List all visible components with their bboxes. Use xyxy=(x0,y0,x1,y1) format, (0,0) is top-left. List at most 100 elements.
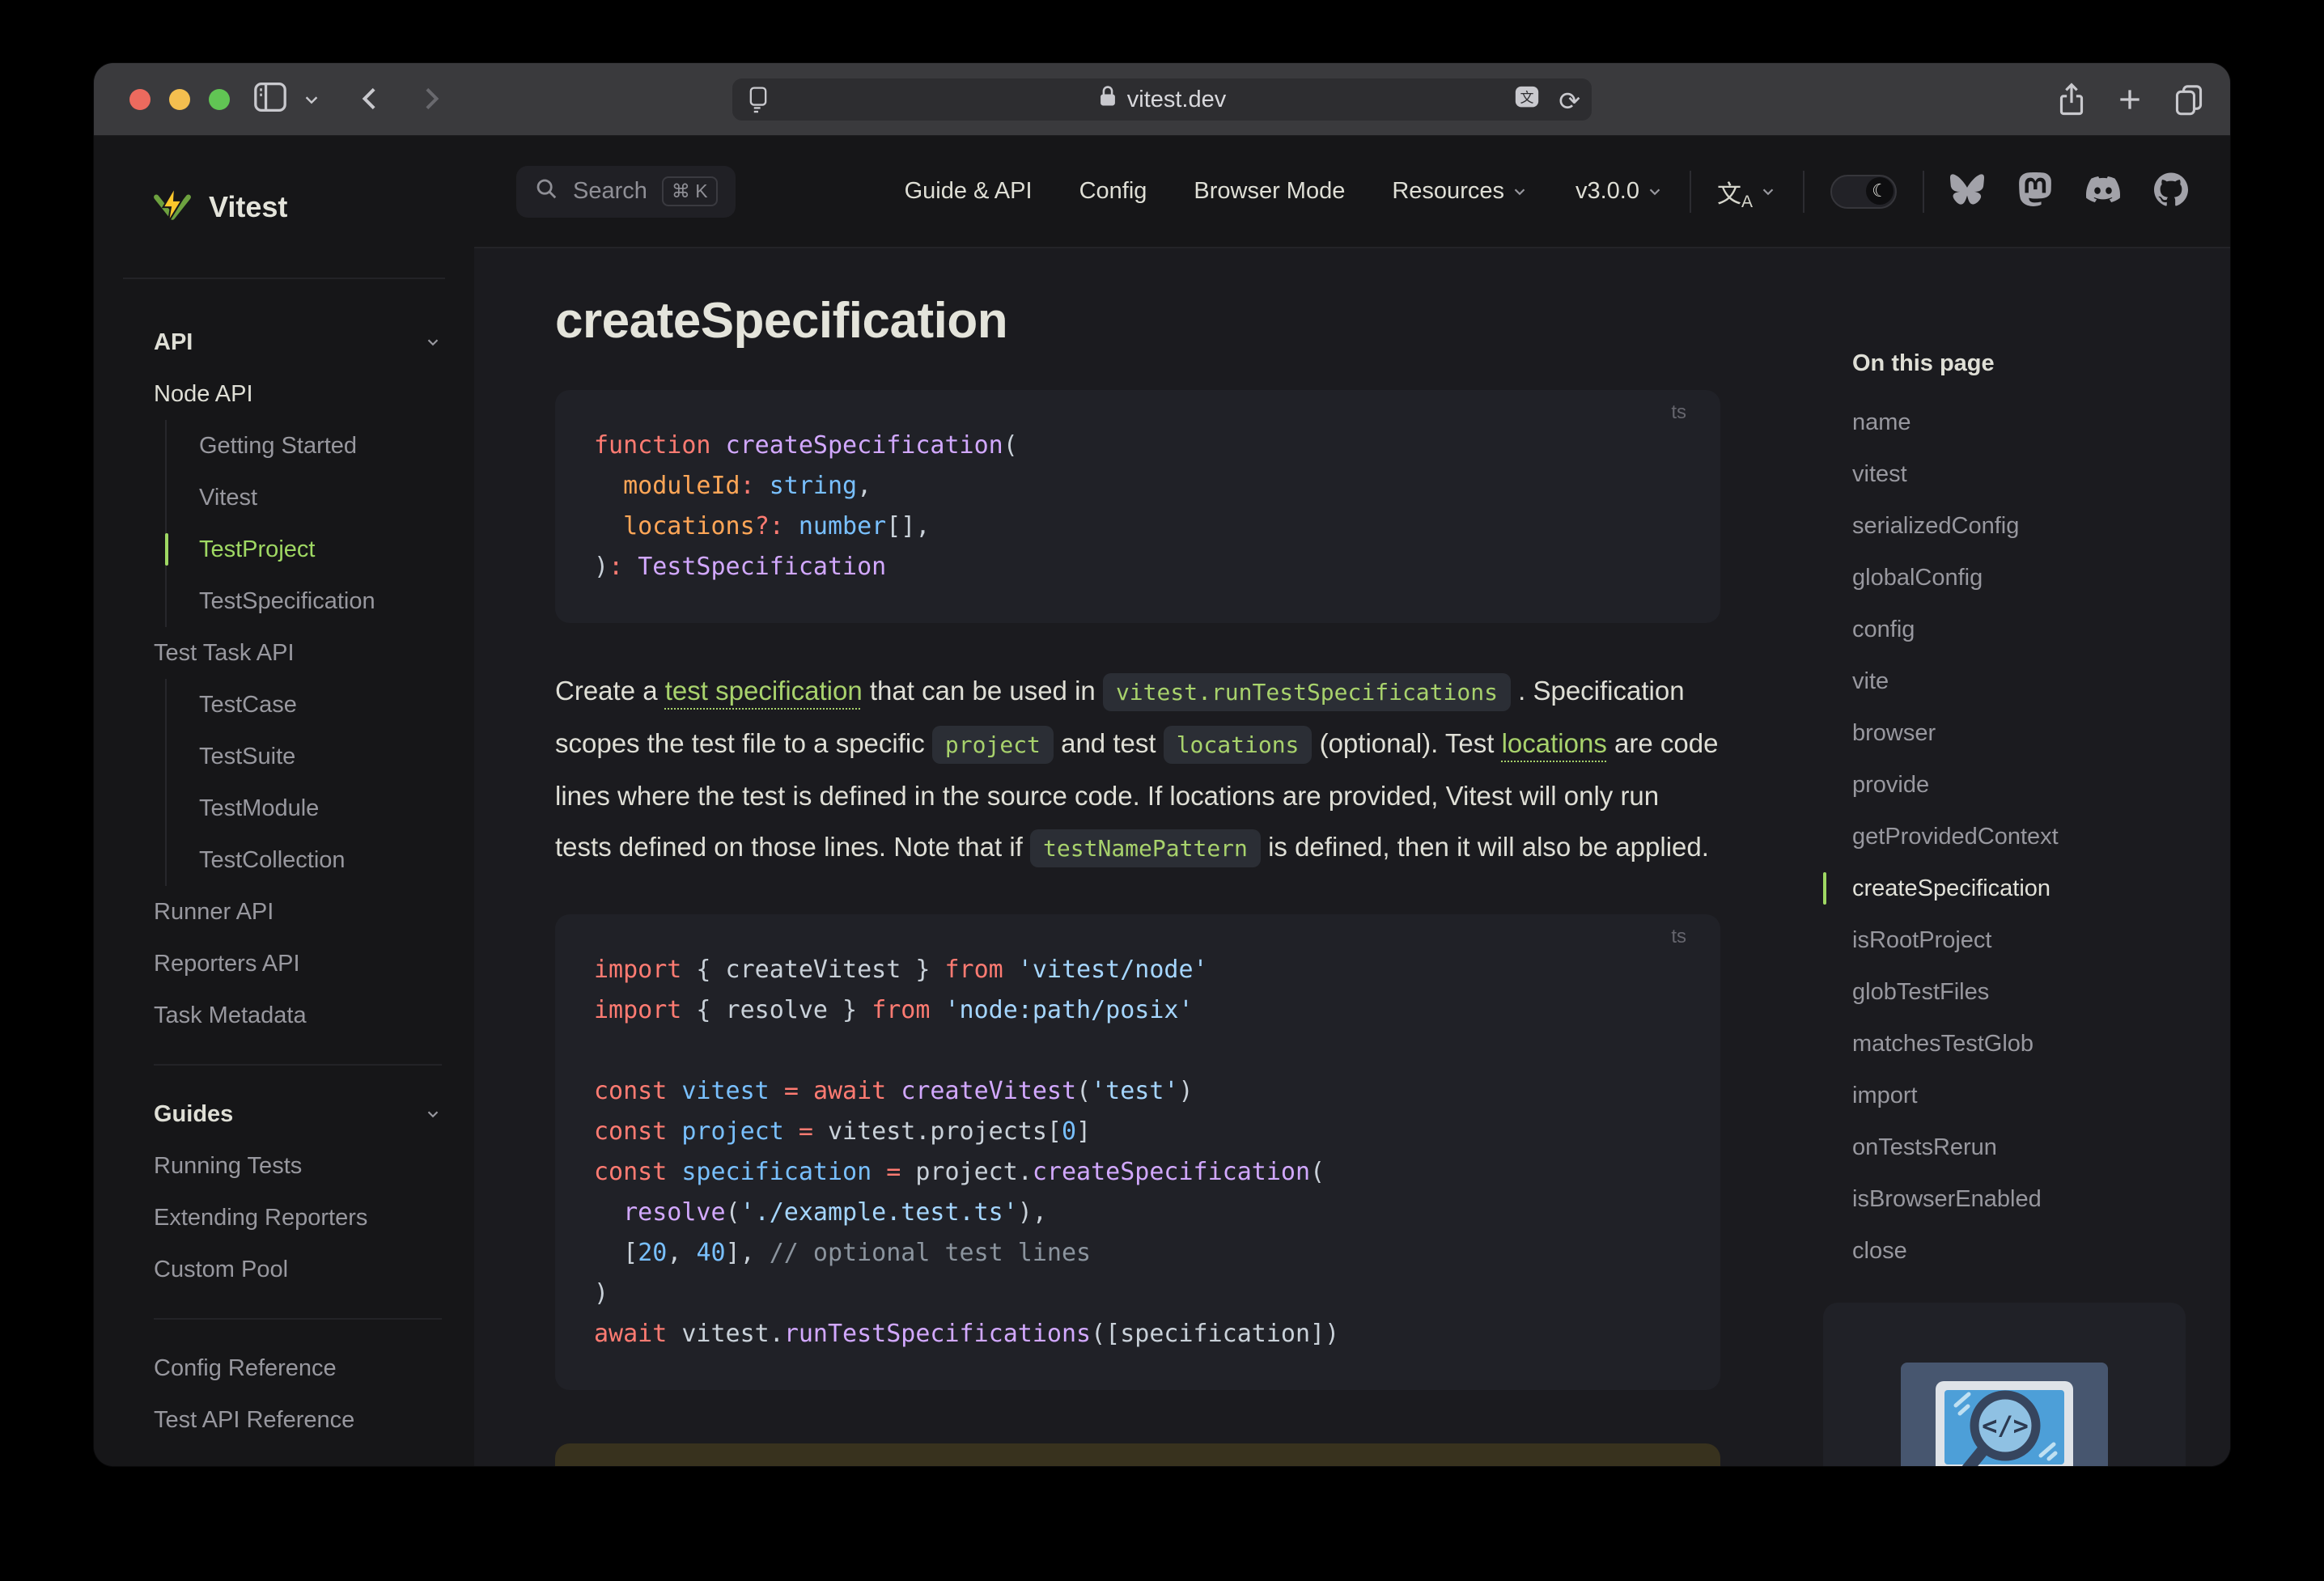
code-line: const specification = project.createSpec… xyxy=(594,1158,1325,1186)
logo-text: Vitest xyxy=(209,189,288,223)
zoom-window-button[interactable] xyxy=(209,89,230,110)
theme-toggle[interactable]: ☾ xyxy=(1830,174,1897,209)
browser-titlebar: vitest.dev 文 ⟳ xyxy=(94,63,2230,136)
link-locations[interactable]: locations xyxy=(1502,728,1607,758)
translate-icon[interactable]: 文 xyxy=(1513,84,1541,118)
logo[interactable]: Vitest xyxy=(94,136,474,278)
social-mastodon[interactable] xyxy=(2018,172,2052,210)
link-test-specification[interactable]: test specification xyxy=(665,676,863,706)
text: is defined, then it will also be applied… xyxy=(1260,832,1709,862)
sidebar-item-node-api[interactable]: Node API xyxy=(154,368,442,420)
social-bluesky[interactable] xyxy=(1950,172,1984,210)
toc-item-createspecification[interactable]: createSpecification xyxy=(1823,863,2228,914)
nav-link-config[interactable]: Config xyxy=(1079,178,1147,205)
toc-item-matchestestglob[interactable]: matchesTestGlob xyxy=(1823,1018,2228,1070)
code-line: resolve('./example.test.ts'), xyxy=(623,1198,1047,1227)
monitor-magnifier-icon: </> xyxy=(1936,1381,2073,1466)
address-bar[interactable]: vitest.dev 文 ⟳ xyxy=(732,78,1592,121)
forward-button[interactable] xyxy=(414,81,447,121)
new-tab-icon[interactable] xyxy=(2114,81,2146,122)
tabs-overview-icon[interactable] xyxy=(2172,81,2206,122)
toc-item-globalconfig[interactable]: globalConfig xyxy=(1823,552,2228,604)
close-window-button[interactable] xyxy=(129,89,151,110)
toc-item-label: name xyxy=(1852,409,1911,435)
toc-item-globtestfiles[interactable]: globTestFiles xyxy=(1823,966,2228,1018)
nav-divider xyxy=(1803,170,1804,213)
nav-links: Guide & API Config Browser Mode Resources xyxy=(905,178,1529,205)
toc-item-config[interactable]: config xyxy=(1823,604,2228,655)
sidebar-item-reporters-api[interactable]: Reporters API xyxy=(154,938,442,990)
sidebar-item-extending-reporters[interactable]: Extending Reporters xyxy=(154,1192,442,1244)
sidebar-divider xyxy=(154,1318,442,1320)
ad-card[interactable]: </> xyxy=(1823,1303,2186,1466)
code-line: import { resolve } from 'node:path/posix… xyxy=(594,996,1194,1024)
minimize-window-button[interactable] xyxy=(169,89,190,110)
sidebar-item-running-tests[interactable]: Running Tests xyxy=(154,1140,442,1192)
nav-link-browser-mode[interactable]: Browser Mode xyxy=(1194,178,1345,205)
sidebar-item-config-reference[interactable]: Config Reference xyxy=(154,1342,442,1394)
toc-item-vitest[interactable]: vitest xyxy=(1823,448,2228,500)
toc-item-label: isBrowserEnabled xyxy=(1852,1186,2042,1212)
sidebar-item-testmodule[interactable]: TestModule xyxy=(199,782,442,834)
toc-item-isbrowserenabled[interactable]: isBrowserEnabled xyxy=(1823,1173,2228,1225)
toc-item-import[interactable]: import xyxy=(1823,1070,2228,1121)
sidebar-section-api[interactable]: API xyxy=(154,316,442,368)
toc-item-close[interactable]: close xyxy=(1823,1225,2228,1277)
code-block-example[interactable]: ts import { createVitest } from 'vitest/… xyxy=(555,914,1720,1390)
sidebar-item-testspecification[interactable]: TestSpecification xyxy=(199,575,442,627)
sidebar-section-label: API xyxy=(154,328,193,355)
sidebar-item-test-api-reference[interactable]: Test API Reference xyxy=(154,1394,442,1446)
sidebar-item-task-metadata[interactable]: Task Metadata xyxy=(154,990,442,1041)
sidebar-item-testproject[interactable]: TestProject xyxy=(165,523,442,575)
page-settings-icon[interactable] xyxy=(745,86,771,120)
toc-item-label: browser xyxy=(1852,720,1936,746)
reload-icon[interactable]: ⟳ xyxy=(1559,87,1580,115)
sidebar-item-test-task-api[interactable]: Test Task API xyxy=(154,627,442,679)
nav-link-guide-api[interactable]: Guide & API xyxy=(905,178,1033,205)
chevron-down-icon xyxy=(1646,183,1664,201)
sidebar-item-testcollection[interactable]: TestCollection xyxy=(199,834,442,886)
toc-item-provide[interactable]: provide xyxy=(1823,759,2228,811)
toc-item-browser[interactable]: browser xyxy=(1823,707,2228,759)
vitest-logo-icon xyxy=(152,184,193,229)
text: and test xyxy=(1053,728,1164,758)
sidebar-item-custom-pool[interactable]: Custom Pool xyxy=(154,1244,442,1295)
inline-code-vitest-runtestspecifications[interactable]: vitest.runTestSpecifications xyxy=(1102,673,1511,711)
back-button[interactable] xyxy=(354,81,387,121)
social-discord[interactable] xyxy=(2085,172,2121,210)
social-github[interactable] xyxy=(2154,172,2188,210)
toc-item-label: import xyxy=(1852,1083,1918,1108)
url-text: vitest.dev xyxy=(1126,86,1227,112)
sidebar-item-getting-started[interactable]: Getting Started xyxy=(199,420,442,472)
share-icon[interactable] xyxy=(2055,81,2088,122)
github-icon xyxy=(2154,172,2188,210)
sidebar-item-testcase[interactable]: TestCase xyxy=(199,679,442,731)
sidebar-toggle-icon[interactable] xyxy=(252,81,288,117)
toc-item-ontestsrerun[interactable]: onTestsRerun xyxy=(1823,1121,2228,1173)
mastodon-icon xyxy=(2018,172,2052,210)
toc-item-name[interactable]: name xyxy=(1823,396,2228,448)
browser-window: vitest.dev 文 ⟳ Vitest API Node API Getti… xyxy=(94,63,2230,1466)
toc-item-vite[interactable]: vite xyxy=(1823,655,2228,707)
top-navbar: Search ⌘ K Guide & API Config Browser Mode… xyxy=(474,136,2230,248)
code-line: function createSpecification( xyxy=(594,431,1018,460)
sidebar-menu-chevron-icon[interactable] xyxy=(303,91,320,112)
toc-item-getprovidedcontext[interactable]: getProvidedContext xyxy=(1823,811,2228,863)
nav-link-resources[interactable]: Resources xyxy=(1392,178,1529,205)
sidebar-item-testsuite[interactable]: TestSuite xyxy=(199,731,442,782)
toc-item-label: matchesTestGlob xyxy=(1852,1031,2034,1057)
version-label: v3.0.0 xyxy=(1575,178,1639,204)
language-menu[interactable]: 文A xyxy=(1717,174,1777,211)
sidebar-item-runner-api[interactable]: Runner API xyxy=(154,886,442,938)
sidebar-item-vitest[interactable]: Vitest xyxy=(199,472,442,523)
code-lang-badge: ts xyxy=(1671,401,1686,423)
search-button[interactable]: Search ⌘ K xyxy=(516,165,736,218)
toc-item-isrootproject[interactable]: isRootProject xyxy=(1823,914,2228,966)
toc-item-serializedconfig[interactable]: serializedConfig xyxy=(1823,500,2228,552)
sidebar-section-guides[interactable]: Guides xyxy=(154,1088,442,1140)
main-content: createSpecification ts function createSp… xyxy=(474,248,2230,1466)
version-menu[interactable]: v3.0.0 xyxy=(1575,178,1664,205)
code-block-signature[interactable]: ts function createSpecification( moduleI… xyxy=(555,390,1720,623)
code-line: locations?: number[], xyxy=(623,512,931,540)
social-links xyxy=(1950,172,2188,210)
